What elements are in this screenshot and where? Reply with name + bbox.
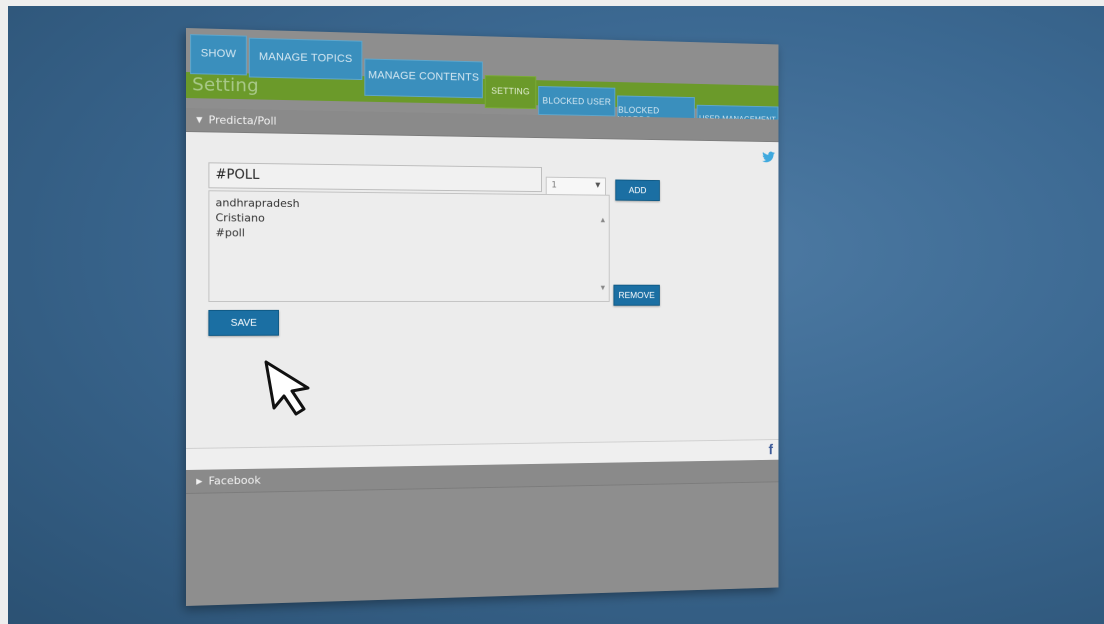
tab-show[interactable]: SHOW [190,34,247,76]
facebook-icon: f [768,441,774,458]
scroll-up-icon[interactable]: ▲ [601,213,605,227]
tab-manage-contents[interactable]: MANAGE CONTENTS [364,58,483,99]
twitter-icon [762,151,775,163]
save-button[interactable]: SAVE [208,309,279,336]
hashtag-input[interactable]: #POLL [208,162,542,193]
chevron-down-icon: ▼ [595,181,601,189]
list-item[interactable]: #poll [216,225,604,242]
app-window: Setting SHOW MANAGE TOPICS MANAGE CONTEN… [186,28,779,606]
scroll-down-icon[interactable]: ▼ [601,281,605,295]
caret-right-icon: ▶ [196,476,203,486]
remove-button[interactable]: REMOVE [613,284,660,306]
section-poll-label: Predicta/Poll [208,113,277,128]
poll-list[interactable]: andhrapradesh Cristiano #poll ▲ ▼ [208,190,610,302]
mouse-pointer-icon [264,360,310,416]
stage: Setting SHOW MANAGE TOPICS MANAGE CONTEN… [0,0,1104,624]
caret-down-icon: ▼ [196,115,203,125]
tab-setting[interactable]: SETTING [484,75,537,110]
tab-blocked-user[interactable]: BLOCKED USER [538,85,616,117]
page-title: Setting [192,74,259,97]
tab-manage-topics[interactable]: MANAGE TOPICS [248,37,363,81]
add-button[interactable]: ADD [615,179,660,202]
count-select-value: 1 [551,180,557,191]
section-facebook-label: Facebook [208,473,261,488]
